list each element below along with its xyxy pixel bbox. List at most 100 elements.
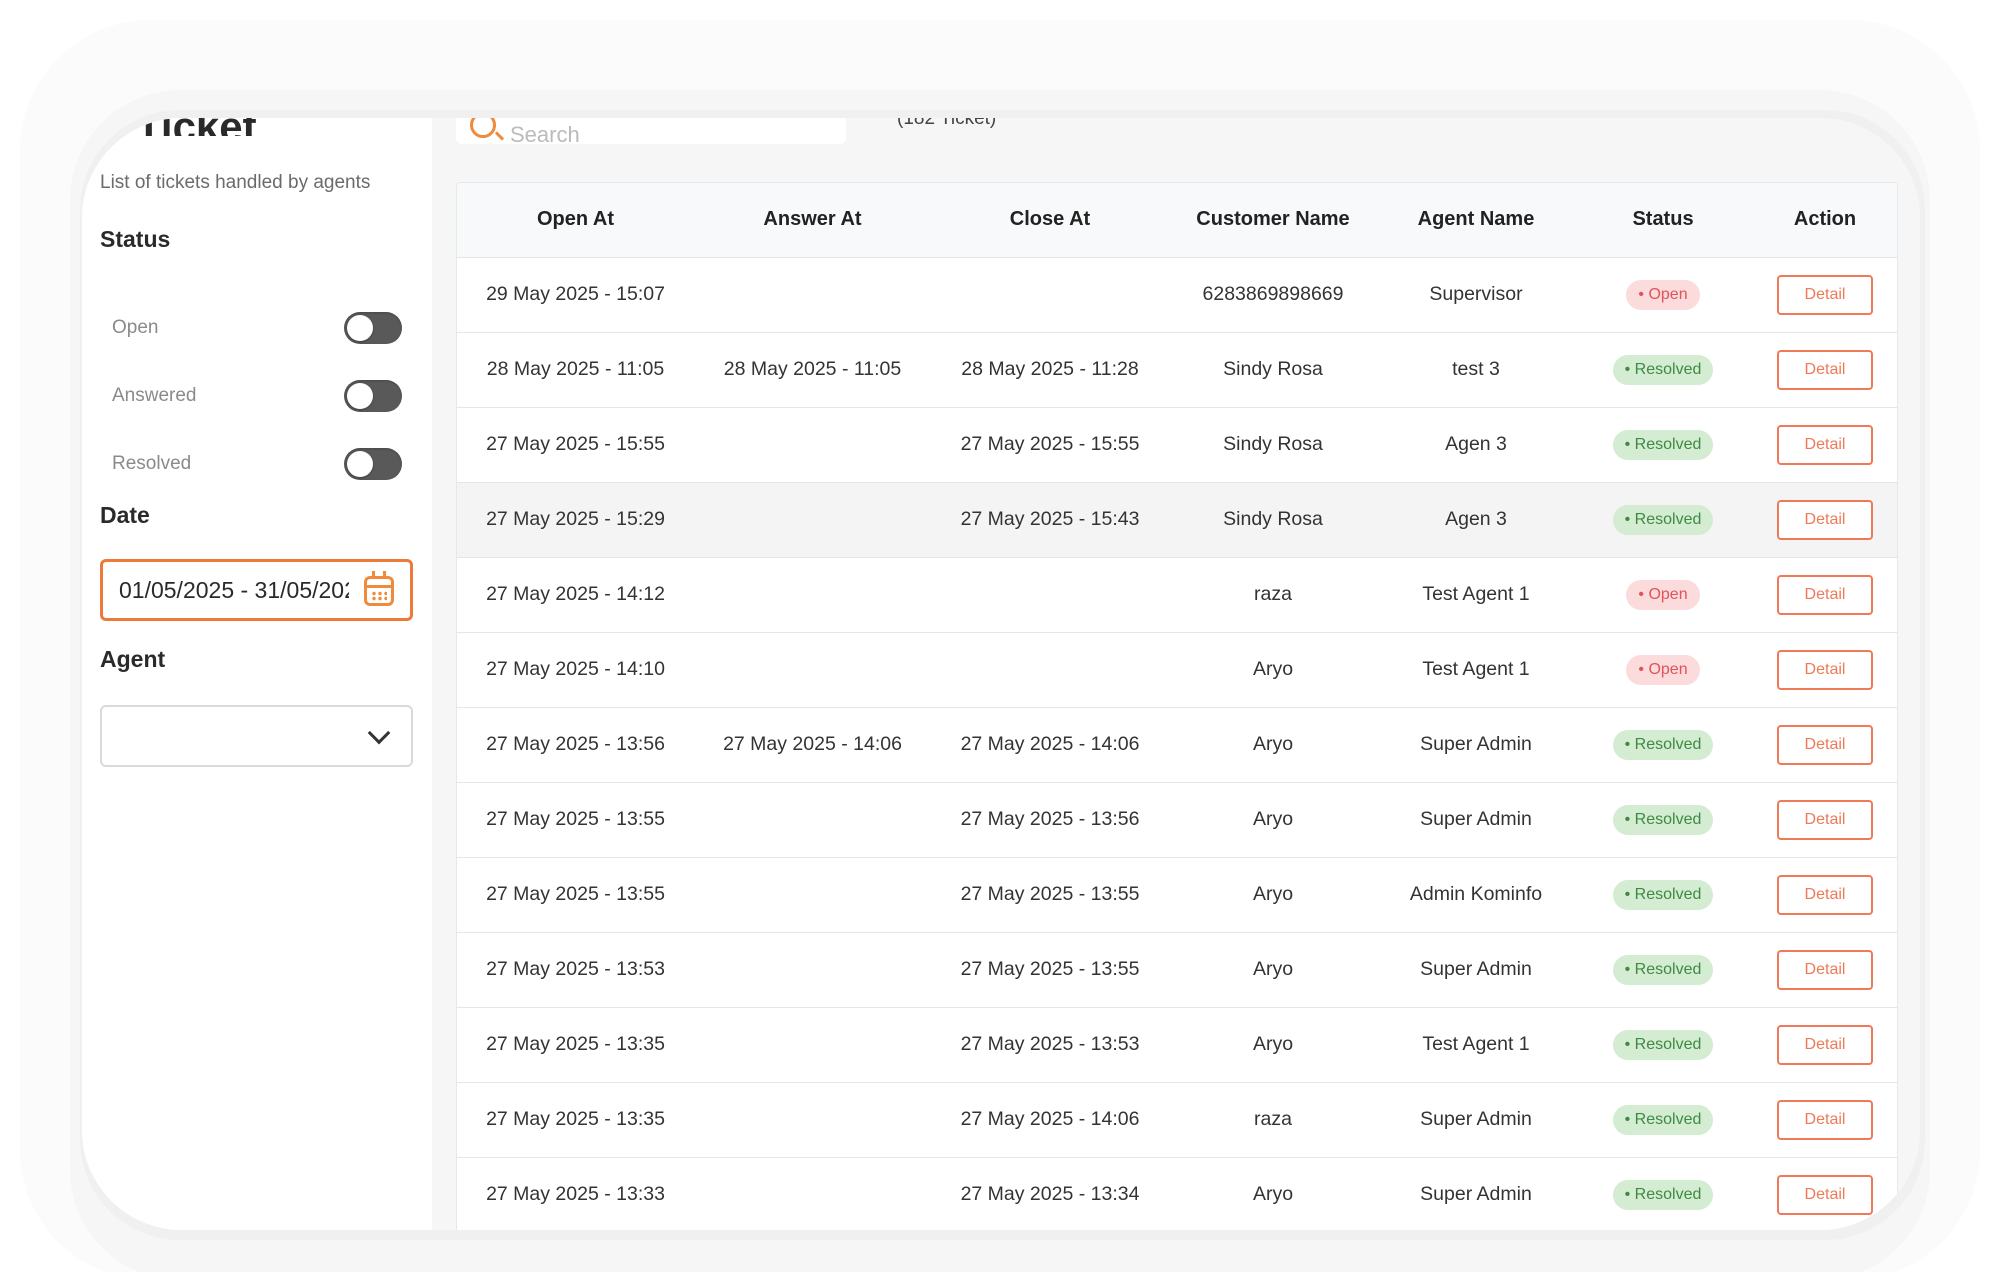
table-row[interactable]: 27 May 2025 - 13:55 27 May 2025 - 13:56 Ar… (457, 782, 1897, 858)
toggle-resolved-switch[interactable] (344, 448, 402, 480)
cell-answer-at (694, 482, 931, 558)
ticket-table: Open At Answer At Close At Customer Name… (457, 183, 1897, 1230)
cell-status: • Resolved (1575, 932, 1751, 1008)
cell-agent-name: Super Admin (1377, 1157, 1575, 1230)
detail-button[interactable]: Detail (1777, 649, 1873, 690)
col-close-at[interactable]: Close At (931, 183, 1169, 258)
detail-button[interactable]: Detail (1777, 1099, 1873, 1140)
cell-action: Detail (1751, 1007, 1897, 1083)
toggle-open-switch[interactable] (344, 312, 402, 344)
cell-answer-at (694, 257, 931, 333)
status-badge: • Resolved (1612, 879, 1714, 910)
cell-customer-name: Sindy Rosa (1169, 482, 1377, 558)
table-row[interactable]: 27 May 2025 - 13:33 27 May 2025 - 13:34 Ar… (457, 1157, 1897, 1230)
ticket-logo-icon (100, 120, 122, 142)
table-row[interactable]: 27 May 2025 - 13:53 27 May 2025 - 13:55 Ar… (457, 932, 1897, 1008)
col-open-at[interactable]: Open At (457, 183, 694, 258)
date-range-input[interactable]: 01/05/2025 - 31/05/2025 (100, 559, 413, 621)
cell-open-at: 27 May 2025 - 15:29 (457, 482, 694, 558)
cell-answer-at (694, 932, 931, 1008)
cell-status: • Resolved (1575, 332, 1751, 408)
toggle-answered-label: Answered (112, 385, 197, 406)
status-badge: • Resolved (1612, 1179, 1714, 1210)
cell-customer-name: raza (1169, 1082, 1377, 1158)
detail-button[interactable]: Detail (1777, 499, 1873, 540)
col-status[interactable]: Status (1575, 183, 1751, 258)
table-row[interactable]: 27 May 2025 - 15:29 27 May 2025 - 15:43 Si… (457, 482, 1897, 558)
detail-button[interactable]: Detail (1777, 424, 1873, 465)
cell-close-at: 27 May 2025 - 13:53 (931, 1007, 1169, 1083)
calendar-icon[interactable] (364, 571, 394, 606)
cell-action: Detail (1751, 1082, 1897, 1158)
date-range-value: 01/05/2025 - 31/05/2025 (119, 576, 349, 603)
cell-customer-name: 6283869898669 (1169, 257, 1377, 333)
table-row[interactable]: 27 May 2025 - 13:35 27 May 2025 - 13:53 Ar… (457, 1007, 1897, 1083)
status-badge: • Resolved (1612, 354, 1714, 385)
agent-select[interactable] (100, 705, 413, 767)
cell-answer-at (694, 557, 931, 633)
cell-close-at (931, 557, 1169, 633)
cell-close-at: 27 May 2025 - 14:06 (931, 1082, 1169, 1158)
table-row[interactable]: 27 May 2025 - 13:55 27 May 2025 - 13:55 Ar… (457, 857, 1897, 933)
detail-button[interactable]: Detail (1777, 1024, 1873, 1065)
table-row[interactable]: 27 May 2025 - 14:10 Aryo Test Agent 1 • Ope… (457, 632, 1897, 708)
col-agent-name[interactable]: Agent Name (1377, 183, 1575, 258)
cell-close-at: 27 May 2025 - 13:55 (931, 932, 1169, 1008)
switch-knob (347, 451, 373, 477)
detail-button[interactable]: Detail (1777, 874, 1873, 915)
cell-agent-name: Super Admin (1377, 782, 1575, 858)
cell-action: Detail (1751, 407, 1897, 483)
cell-agent-name: Test Agent 1 (1377, 557, 1575, 633)
status-filter-label: Status (100, 226, 171, 252)
cell-customer-name: Aryo (1169, 632, 1377, 708)
cell-answer-at: 28 May 2025 - 11:05 (694, 332, 931, 408)
ticket-count: (182 Ticket) (897, 118, 997, 129)
table-row[interactable]: 27 May 2025 - 15:55 27 May 2025 - 15:55 Si… (457, 407, 1897, 483)
cell-close-at: 27 May 2025 - 14:06 (931, 707, 1169, 783)
cell-agent-name: Admin Kominfo (1377, 857, 1575, 933)
table-row[interactable]: 27 May 2025 - 13:56 27 May 2025 - 14:06 27… (457, 707, 1897, 783)
status-badge: • Resolved (1612, 504, 1714, 535)
detail-button[interactable]: Detail (1777, 724, 1873, 765)
switch-knob (347, 315, 373, 341)
table-row[interactable]: 27 May 2025 - 14:12 raza Test Agent 1 • Ope… (457, 557, 1897, 633)
cell-action: Detail (1751, 782, 1897, 858)
detail-button[interactable]: Detail (1777, 1174, 1873, 1215)
detail-button[interactable]: Detail (1777, 799, 1873, 840)
cell-close-at: 27 May 2025 - 13:56 (931, 782, 1169, 858)
cell-agent-name: Agen 3 (1377, 407, 1575, 483)
cell-agent-name: Super Admin (1377, 932, 1575, 1008)
toggle-open-label: Open (112, 317, 159, 338)
detail-button[interactable]: Detail (1777, 349, 1873, 390)
cell-action: Detail (1751, 707, 1897, 783)
cell-status: • Resolved (1575, 482, 1751, 558)
cell-action: Detail (1751, 557, 1897, 633)
cell-open-at: 27 May 2025 - 13:55 (457, 782, 694, 858)
table-row[interactable]: 27 May 2025 - 13:35 27 May 2025 - 14:06 ra… (457, 1082, 1897, 1158)
cell-close-at: 27 May 2025 - 15:43 (931, 482, 1169, 558)
detail-button[interactable]: Detail (1777, 574, 1873, 615)
cell-agent-name: Supervisor (1377, 257, 1575, 333)
status-badge: • Resolved (1612, 729, 1714, 760)
cell-status: • Open (1575, 557, 1751, 633)
detail-button[interactable]: Detail (1777, 949, 1873, 990)
cell-action: Detail (1751, 482, 1897, 558)
cell-status: • Resolved (1575, 1007, 1751, 1083)
table-row[interactable]: 28 May 2025 - 11:05 28 May 2025 - 11:05 28… (457, 332, 1897, 408)
status-badge: • Resolved (1612, 954, 1714, 985)
search-input[interactable]: Search (456, 118, 846, 144)
table-row[interactable]: 29 May 2025 - 15:07 6283869898669 Supervis… (457, 257, 1897, 333)
col-customer-name[interactable]: Customer Name (1169, 183, 1377, 258)
cell-open-at: 27 May 2025 - 13:56 (457, 707, 694, 783)
cell-agent-name: Super Admin (1377, 707, 1575, 783)
toggle-answered-switch[interactable] (344, 380, 402, 412)
table-header-row: Open At Answer At Close At Customer Name… (457, 183, 1897, 258)
detail-button[interactable]: Detail (1777, 274, 1873, 315)
status-badge: • Resolved (1612, 429, 1714, 460)
col-answer-at[interactable]: Answer At (694, 183, 931, 258)
search-placeholder: Search (510, 122, 580, 144)
cell-customer-name: raza (1169, 557, 1377, 633)
cell-customer-name: Aryo (1169, 857, 1377, 933)
status-badge: • Resolved (1612, 804, 1714, 835)
cell-answer-at (694, 857, 931, 933)
